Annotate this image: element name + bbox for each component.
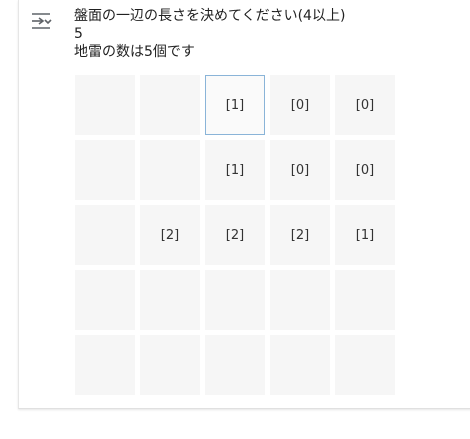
board-cell-r1-c2[interactable]: [1] bbox=[205, 140, 265, 200]
prompt-line: 盤面の一辺の長さを決めてください(4以上) bbox=[74, 8, 346, 24]
board-cell-r3-c1[interactable] bbox=[140, 270, 200, 330]
board-cell-r4-c4[interactable] bbox=[335, 335, 395, 395]
board-cell-r0-c3[interactable]: [0] bbox=[270, 75, 330, 135]
board-cell-r2-c2[interactable]: [2] bbox=[205, 205, 265, 265]
input-echo-line: 5 bbox=[74, 26, 83, 42]
board-cell-r2-c0[interactable] bbox=[75, 205, 135, 265]
board-cell-r3-c0[interactable] bbox=[75, 270, 135, 330]
mine-count-line: 地雷の数は5個です bbox=[74, 44, 195, 60]
board-cell-r0-c0[interactable] bbox=[75, 75, 135, 135]
board-cell-r3-c2[interactable] bbox=[205, 270, 265, 330]
minesweeper-board: [1] [0] [0] [1] [0] [0] [2] [2] [2] [1] bbox=[75, 75, 395, 395]
board-cell-r1-c1[interactable] bbox=[140, 140, 200, 200]
output-toggle-icon[interactable] bbox=[30, 11, 54, 31]
board-cell-r3-c4[interactable] bbox=[335, 270, 395, 330]
board-cell-r4-c1[interactable] bbox=[140, 335, 200, 395]
board-cell-r0-c2[interactable]: [1] bbox=[205, 75, 265, 135]
board-cell-r4-c2[interactable] bbox=[205, 335, 265, 395]
board-cell-r4-c3[interactable] bbox=[270, 335, 330, 395]
board-cell-r2-c4[interactable]: [1] bbox=[335, 205, 395, 265]
board-cell-r3-c3[interactable] bbox=[270, 270, 330, 330]
board-cell-r1-c3[interactable]: [0] bbox=[270, 140, 330, 200]
board-cell-r1-c4[interactable]: [0] bbox=[335, 140, 395, 200]
output-text: 盤面の一辺の長さを決めてください(4以上) 5 地雷の数は5個です bbox=[74, 7, 345, 61]
board-cell-r2-c3[interactable]: [2] bbox=[270, 205, 330, 265]
board-cell-r0-c1[interactable] bbox=[140, 75, 200, 135]
board-cell-r4-c0[interactable] bbox=[75, 335, 135, 395]
board-cell-r1-c0[interactable] bbox=[75, 140, 135, 200]
board-cell-r0-c4[interactable]: [0] bbox=[335, 75, 395, 135]
board-cell-r2-c1[interactable]: [2] bbox=[140, 205, 200, 265]
